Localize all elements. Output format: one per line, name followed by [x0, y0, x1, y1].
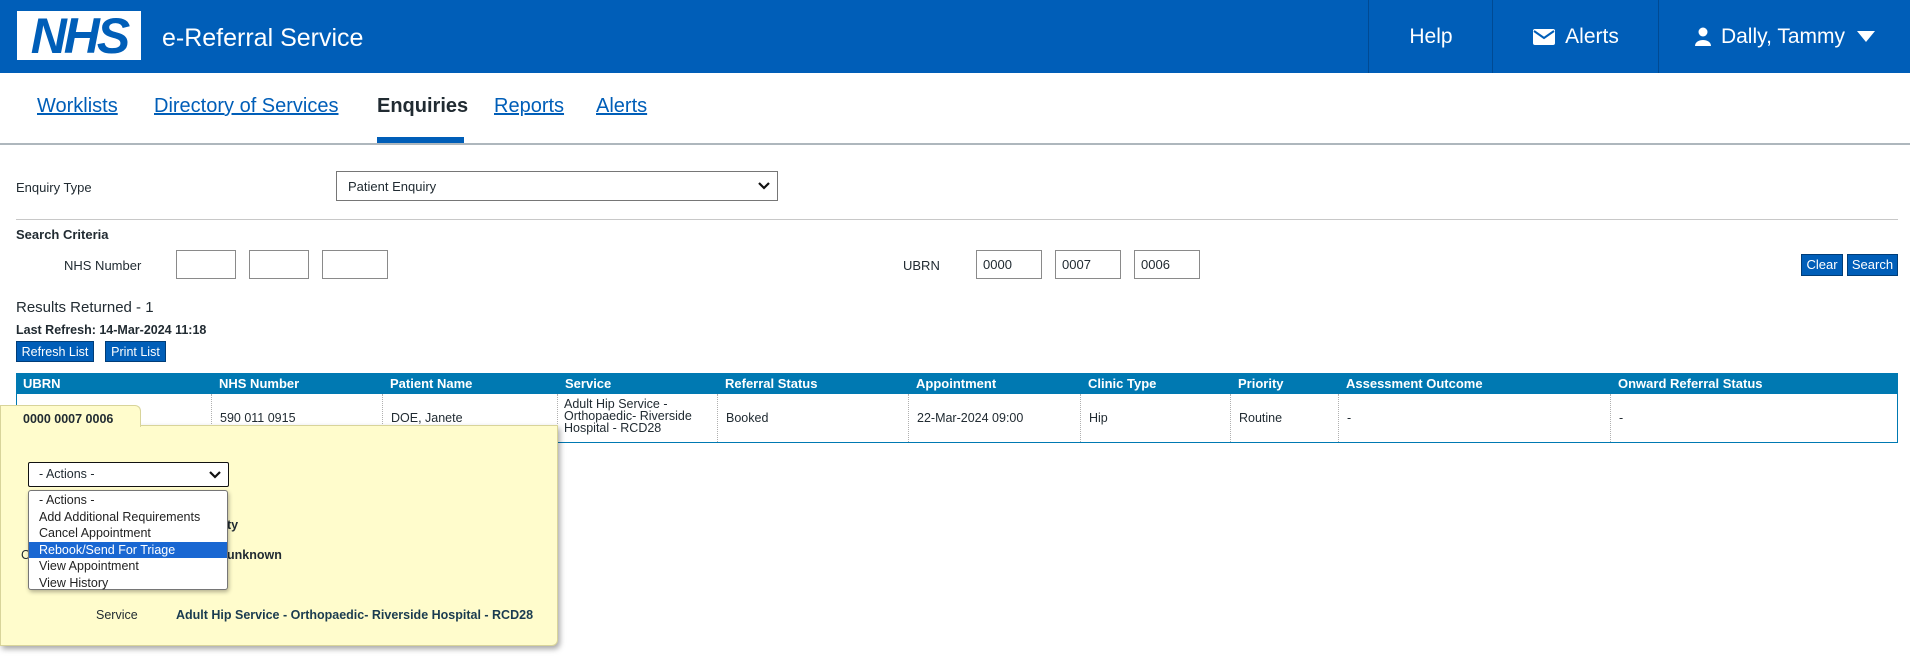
- cell-divider: [1338, 394, 1340, 442]
- cell-clinic-type: Hip: [1089, 411, 1108, 425]
- cell-onward-referral-status: -: [1619, 411, 1624, 425]
- cell-appointment: 22-Mar-2024 09:00: [917, 411, 1024, 425]
- ubrn-label: UBRN: [903, 258, 940, 273]
- alerts-button[interactable]: Alerts: [1492, 0, 1659, 73]
- envelope-icon: [1533, 28, 1556, 45]
- cell-divider: [1610, 394, 1612, 442]
- nhs-number-part-3[interactable]: [322, 250, 388, 279]
- results-table-header: UBRN NHS Number Patient Name Service Ref…: [16, 373, 1898, 394]
- col-appointment: Appointment: [916, 376, 997, 391]
- main-nav: Worklists Directory of Services Enquirie…: [0, 73, 1910, 145]
- ubrn-part-1[interactable]: 0000: [976, 250, 1042, 279]
- cell-assessment-outcome: -: [1347, 411, 1352, 425]
- cell-service-line: Hospital - RCD28: [564, 421, 662, 435]
- clear-button[interactable]: Clear: [1801, 254, 1843, 276]
- col-nhs-number: NHS Number: [219, 376, 300, 391]
- cell-priority: Routine: [1239, 411, 1283, 425]
- col-service: Service: [565, 376, 612, 391]
- cell-divider: [1080, 394, 1082, 442]
- service-name: e-Referral Service: [162, 24, 364, 52]
- ubrn-part-3[interactable]: 0006: [1134, 250, 1200, 279]
- ubrn-part-2[interactable]: 0007: [1055, 250, 1121, 279]
- col-clinic-type: Clinic Type: [1088, 376, 1157, 391]
- cell-patient-name: DOE, Janete: [391, 411, 463, 425]
- popup-ubrn-tab[interactable]: 0000 0007 0006: [0, 405, 141, 427]
- col-referral-status: Referral Status: [725, 376, 818, 391]
- col-onward-referral-status: Onward Referral Status: [1618, 376, 1763, 391]
- nav-enquiries[interactable]: Enquiries: [377, 95, 468, 118]
- help-label: Help: [1409, 24, 1453, 48]
- user-icon: [1694, 27, 1711, 46]
- option-view-appointment[interactable]: View Appointment: [29, 558, 227, 575]
- actions-dropdown-list: - Actions - Add Additional Requirements …: [28, 490, 228, 590]
- option-add-additional-requirements[interactable]: Add Additional Requirements: [29, 509, 227, 526]
- nav-reports[interactable]: Reports: [494, 95, 564, 118]
- popup-service-value: Adult Hip Service - Orthopaedic- Riversi…: [176, 608, 534, 622]
- popup-partial-label: ty: [227, 518, 239, 532]
- nhs-logo-text: NHS: [30, 8, 131, 64]
- cell-nhs-number: 590 011 0915: [220, 411, 296, 425]
- option-rebook-send-for-triage[interactable]: Rebook/Send For Triage: [29, 541, 227, 558]
- enquiry-type-select[interactable]: Patient Enquiry: [336, 171, 778, 201]
- col-ubrn: UBRN: [23, 376, 61, 391]
- col-patient-name: Patient Name: [390, 376, 473, 391]
- cell-divider: [908, 394, 910, 442]
- caret-down-icon: [1857, 31, 1876, 42]
- chevron-down-icon: [209, 471, 221, 479]
- col-assessment-outcome: Assessment Outcome: [1346, 376, 1483, 391]
- nav-worklists[interactable]: Worklists: [37, 95, 118, 118]
- print-list-button[interactable]: Print List: [105, 341, 166, 362]
- nav-alerts[interactable]: Alerts: [596, 95, 647, 118]
- results-returned: Results Returned - 1: [16, 299, 154, 316]
- option-view-history[interactable]: View History: [29, 575, 227, 592]
- enquiry-type-value: Patient Enquiry: [348, 179, 437, 194]
- cell-divider: [717, 394, 719, 442]
- search-criteria-heading: Search Criteria: [16, 227, 109, 242]
- nhs-logo[interactable]: NHS: [17, 8, 141, 64]
- refresh-list-button[interactable]: Refresh List: [16, 341, 94, 362]
- help-button[interactable]: Help: [1368, 0, 1493, 73]
- app-header: NHS e-Referral Service Help Alerts Dally…: [0, 0, 1910, 73]
- search-button[interactable]: Search: [1847, 254, 1898, 276]
- nav-directory-of-services[interactable]: Directory of Services: [154, 95, 339, 118]
- nhs-number-part-2[interactable]: [249, 250, 309, 279]
- alerts-label: Alerts: [1565, 24, 1619, 48]
- popup-service-label: Service: [96, 608, 138, 622]
- chevron-down-icon: [758, 182, 770, 190]
- actions-select[interactable]: - Actions -: [28, 462, 229, 487]
- nhs-number-label: NHS Number: [64, 258, 142, 273]
- cell-divider: [1230, 394, 1232, 442]
- actions-select-value: - Actions -: [39, 467, 95, 481]
- cell-service: Adult Hip Service - Orthopaedic- Riversi…: [564, 398, 692, 435]
- col-priority: Priority: [1238, 376, 1284, 391]
- user-menu-button[interactable]: Dally, Tammy: [1658, 0, 1910, 73]
- popup-ubrn: 0000 0007 0006: [23, 412, 114, 426]
- nav-active-indicator: [377, 137, 464, 143]
- enquiry-type-label: Enquiry Type: [16, 180, 92, 195]
- section-divider: [16, 219, 1898, 220]
- popup-partial-value: unknown: [227, 548, 282, 562]
- last-refresh: Last Refresh: 14-Mar-2024 11:18: [16, 323, 207, 337]
- option-actions[interactable]: - Actions -: [29, 492, 227, 509]
- nhs-number-part-1[interactable]: [176, 250, 236, 279]
- user-name: Dally, Tammy: [1720, 24, 1846, 48]
- option-cancel-appointment[interactable]: Cancel Appointment: [29, 525, 227, 542]
- cell-referral-status: Booked: [726, 411, 769, 425]
